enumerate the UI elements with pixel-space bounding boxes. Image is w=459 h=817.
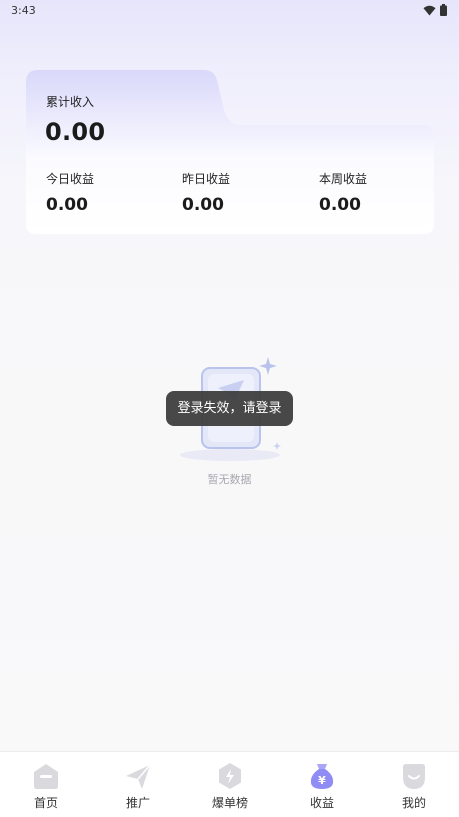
svg-text:¥: ¥ (318, 774, 326, 787)
nav-item-promote[interactable]: 推广 (92, 752, 184, 817)
nav-label-earnings: 收益 (309, 796, 334, 810)
nav-label-promote: 推广 (125, 796, 150, 810)
yesterday-earnings-value: 0.00 (182, 195, 224, 215)
yesterday-earnings-label: 昨日收益 (182, 172, 231, 186)
status-bar: 3:43 (0, 0, 459, 22)
status-icons (423, 4, 447, 16)
earnings-card: 累计收入 0.00 今日收益 0.00 昨日收益 0.00 本周收益 0.00 (26, 70, 434, 234)
empty-state-text: 暂无数据 (207, 473, 252, 486)
profile-icon (403, 764, 425, 789)
today-earnings-label: 今日收益 (46, 172, 95, 186)
paper-plane-icon (126, 764, 151, 789)
week-earnings-label: 本周收益 (319, 172, 368, 186)
nav-label-hot-list: 爆单榜 (211, 796, 248, 810)
nav-item-mine[interactable]: 我的 (368, 752, 459, 817)
total-income-label: 累计收入 (46, 95, 95, 109)
nav-label-mine: 我的 (401, 796, 426, 810)
nav-item-hot-list[interactable]: 爆单榜 (184, 752, 276, 817)
battery-icon (440, 4, 447, 16)
nav-label-home: 首页 (33, 796, 58, 810)
nav-item-home[interactable]: 首页 (0, 752, 92, 817)
week-earnings: 本周收益 0.00 (319, 170, 367, 215)
status-time: 3:43 (11, 4, 36, 17)
yesterday-earnings: 昨日收益 0.00 (182, 170, 230, 215)
bolt-icon (219, 763, 241, 789)
total-income-value: 0.00 (45, 118, 106, 146)
nav-item-earnings[interactable]: ¥ 收益 (276, 752, 368, 817)
login-expired-toast: 登录失效，请登录 (166, 391, 293, 426)
bottom-navigation: 首页 推广 爆单榜 ¥ 收益 我的 (0, 751, 459, 817)
wifi-icon (423, 5, 436, 15)
week-earnings-value: 0.00 (319, 195, 361, 215)
today-earnings-value: 0.00 (46, 195, 88, 215)
money-bag-icon: ¥ (310, 764, 334, 789)
home-icon (34, 764, 58, 789)
today-earnings: 今日收益 0.00 (46, 170, 94, 215)
